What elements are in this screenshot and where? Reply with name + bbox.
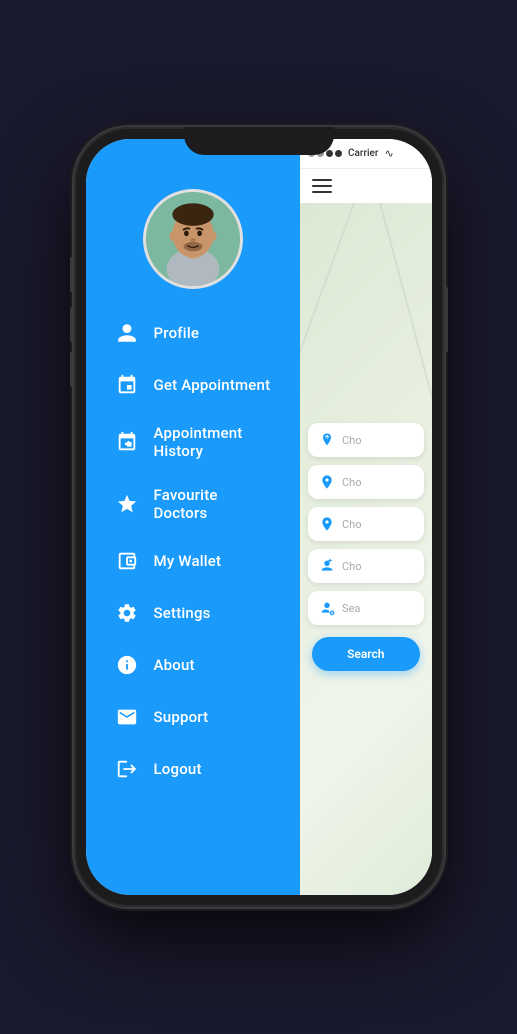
filter-card-3-text: Cho: [342, 518, 362, 531]
settings-label: Settings: [154, 604, 211, 622]
avatar: [143, 189, 243, 289]
favourite-doctors-label: Favourite Doctors: [154, 486, 273, 522]
carrier-text: Carrier: [348, 148, 378, 159]
about-label: About: [154, 656, 195, 674]
search-person-icon: [318, 599, 336, 617]
search-button[interactable]: Search: [312, 637, 419, 671]
location-pin-icon-2: [318, 515, 336, 533]
person-icon: [114, 320, 140, 346]
sidebar-item-logout[interactable]: Logout: [96, 743, 291, 795]
notch: [184, 127, 334, 155]
filter-card-1[interactable]: + Cho: [308, 423, 423, 457]
get-appointment-label: Get Appointment: [154, 376, 271, 394]
signal-dot-3: [326, 150, 333, 157]
phone-frame: Profile Get Appointment: [74, 127, 444, 907]
sidebar-item-profile[interactable]: Profile: [96, 307, 291, 359]
phone-screen: Profile Get Appointment: [86, 139, 432, 895]
profile-label: Profile: [154, 324, 200, 342]
hamburger-line-2: [312, 185, 332, 187]
hamburger-area: [300, 169, 431, 203]
info-icon: [114, 652, 140, 678]
filter-card-3[interactable]: Cho: [308, 507, 423, 541]
mail-icon: [114, 704, 140, 730]
logout-icon: [114, 756, 140, 782]
filter-card-2-text: Cho: [342, 476, 362, 489]
filter-card-5[interactable]: Sea: [308, 591, 423, 625]
my-wallet-label: My Wallet: [154, 552, 222, 570]
calendar-check-icon: [114, 429, 140, 455]
gear-icon: [114, 600, 140, 626]
screen-content: Profile Get Appointment: [86, 139, 432, 895]
filter-cards-container: + Cho: [300, 203, 431, 895]
hamburger-line-3: [312, 191, 332, 193]
hamburger-line-1: [312, 179, 332, 181]
star-icon: [114, 491, 140, 517]
sidebar-item-support[interactable]: Support: [96, 691, 291, 743]
filter-card-4[interactable]: Cho: [308, 549, 423, 583]
wifi-icon: ∿: [384, 147, 393, 160]
appointment-history-label: Appointment History: [154, 424, 273, 460]
wallet-icon: [114, 548, 140, 574]
right-panel: Carrier ∿: [300, 139, 431, 895]
search-button-label: Search: [347, 647, 384, 661]
sidebar: Profile Get Appointment: [86, 139, 301, 895]
sidebar-item-appointment-history[interactable]: Appointment History: [96, 411, 291, 473]
location-pin-icon-1: [318, 473, 336, 491]
support-label: Support: [154, 708, 209, 726]
sidebar-item-get-appointment[interactable]: Get Appointment: [96, 359, 291, 411]
calendar-icon: [114, 372, 140, 398]
filter-card-4-text: Cho: [342, 560, 362, 573]
sidebar-item-my-wallet[interactable]: My Wallet: [96, 535, 291, 587]
filter-card-5-text: Sea: [342, 602, 360, 615]
location-medical-icon: +: [318, 431, 336, 449]
hamburger-button[interactable]: [312, 179, 332, 193]
filter-card-2[interactable]: Cho: [308, 465, 423, 499]
sidebar-item-about[interactable]: About: [96, 639, 291, 691]
person-medical-icon: [318, 557, 336, 575]
signal-dot-4: [335, 150, 342, 157]
sidebar-item-favourite-doctors[interactable]: Favourite Doctors: [96, 473, 291, 535]
sidebar-item-settings[interactable]: Settings: [96, 587, 291, 639]
map-area: + Cho: [300, 203, 431, 895]
logout-label: Logout: [154, 760, 202, 778]
menu-list: Profile Get Appointment: [86, 307, 301, 795]
filter-card-1-text: Cho: [342, 434, 362, 447]
